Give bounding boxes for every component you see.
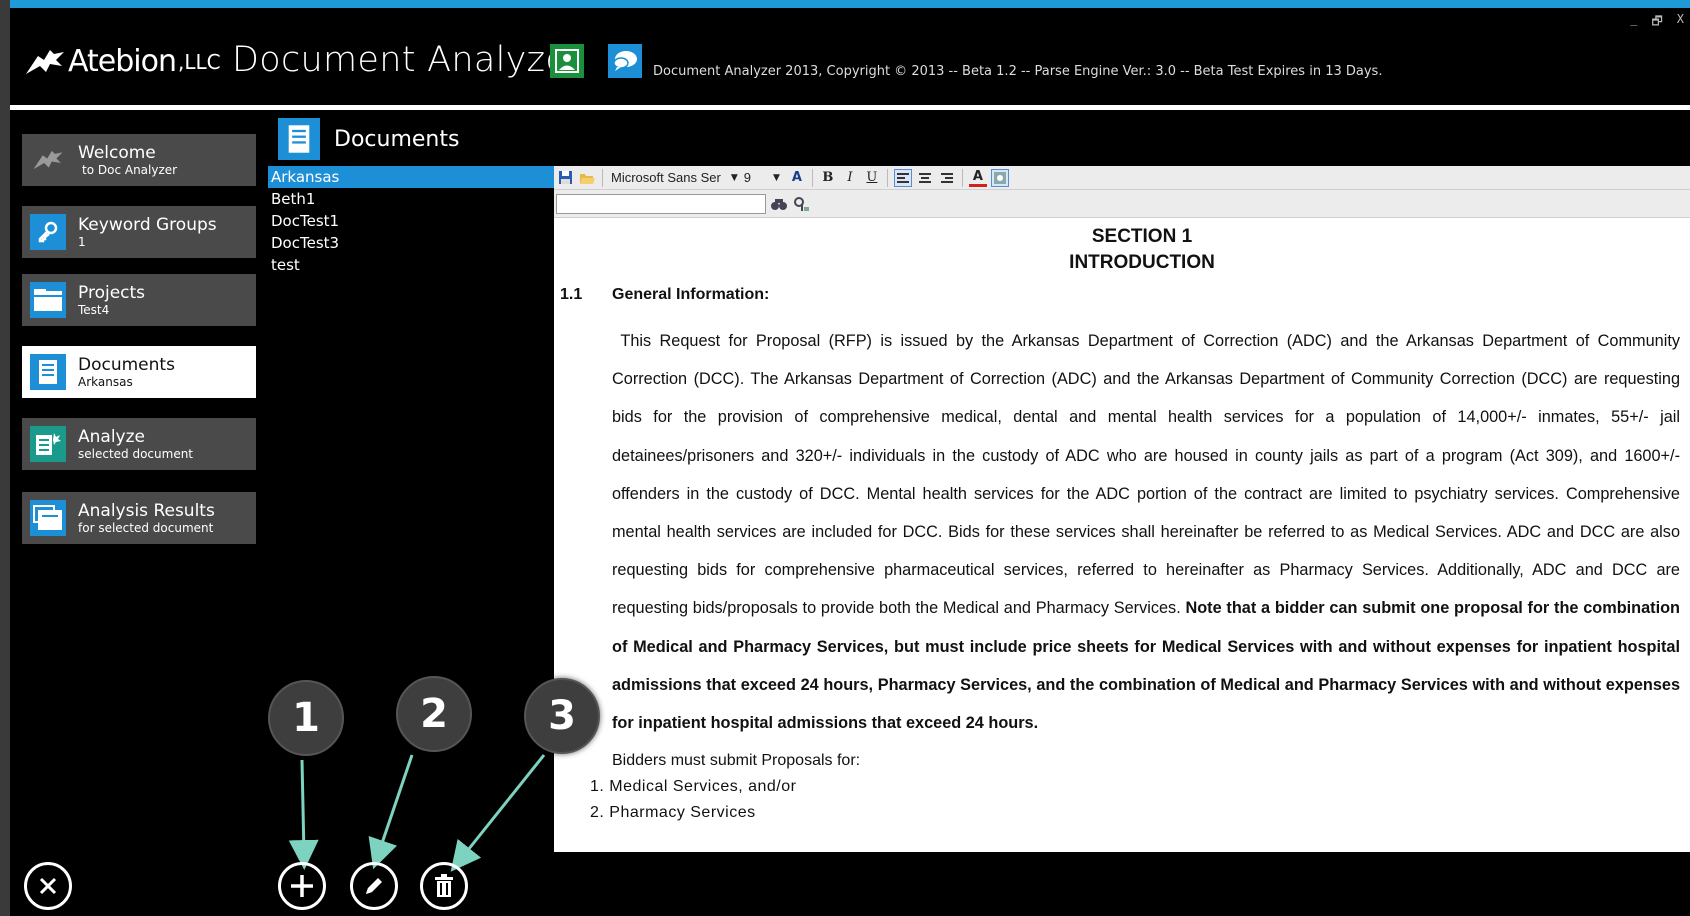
list-item[interactable]: Arkansas <box>268 166 554 188</box>
list-item: 2. Pharmacy Services <box>590 804 756 822</box>
find-replace-icon[interactable] <box>792 195 810 213</box>
subsection-number: 1.1 <box>560 286 583 303</box>
callout-2: 2 <box>396 676 472 752</box>
documents-header: Documents <box>278 118 459 160</box>
toolbar-separator <box>811 168 813 187</box>
app-title: Document Analyzer <box>232 40 582 80</box>
section-heading: SECTION 1 INTRODUCTION <box>594 224 1690 276</box>
results-icon <box>30 500 66 536</box>
sidebar-item-label: Keyword Groups <box>78 214 217 235</box>
delete-document-button[interactable] <box>420 862 468 910</box>
sidebar-item-sublabel: 1 <box>78 234 86 249</box>
edit-document-button[interactable] <box>350 862 398 910</box>
sidebar-item-analysis-results[interactable]: Analysis Results for selected document <box>22 492 256 544</box>
paragraph-bold-text: Note that a bidder can submit one propos… <box>612 599 1680 733</box>
align-left-icon[interactable] <box>893 168 912 187</box>
sidebar-item-sublabel: to Doc Analyzer <box>82 162 178 177</box>
align-center-icon[interactable] <box>916 169 934 187</box>
font-size-select[interactable]: 9 <box>744 170 751 185</box>
logo-name: Atebion <box>68 44 177 79</box>
body-paragraph: This Request for Proposal (RFP) is issue… <box>612 322 1680 742</box>
find-icon[interactable] <box>770 195 788 213</box>
callout-3: 3 <box>524 678 600 754</box>
save-icon[interactable] <box>556 169 574 187</box>
font-color-button[interactable]: A <box>968 169 987 187</box>
sidebar-item-label: Analysis Results <box>78 500 215 521</box>
chat-icon <box>613 51 637 71</box>
user-button[interactable] <box>550 44 584 78</box>
sidebar-item-label: Documents <box>78 354 175 375</box>
arrow-1 <box>288 759 319 870</box>
sidebar-item-welcome[interactable]: Welcome to Doc Analyzer <box>22 134 256 186</box>
align-right-icon[interactable] <box>938 169 956 187</box>
document-icon <box>278 118 320 160</box>
font-grow-icon[interactable]: A <box>788 169 806 187</box>
trash-icon <box>435 874 453 897</box>
chevron-down-icon[interactable]: ▼ <box>731 173 738 183</box>
list-item[interactable]: Beth1 <box>268 188 554 210</box>
document-editor[interactable]: Microsoft Sans Ser ▼ 9 ▼ A B I U A SECTI… <box>554 166 1690 852</box>
sidebar-item-sublabel: Test4 <box>78 302 110 317</box>
add-document-button[interactable] <box>278 862 326 910</box>
chat-button[interactable] <box>608 44 642 78</box>
list-item[interactable]: DocTest1 <box>268 210 554 232</box>
bidders-line: Bidders must submit Proposals for: <box>612 752 861 770</box>
sidebar-item-sublabel: Arkansas <box>78 374 133 389</box>
arrow-3 <box>450 754 546 872</box>
sidebar-item-keyword-groups[interactable]: Keyword Groups 1 <box>22 206 256 258</box>
sidebar-item-analyze[interactable]: Analyze selected document <box>22 418 256 470</box>
atebion-logo-icon <box>30 142 66 178</box>
copyright-text: Document Analyzer 2013, Copyright © 2013… <box>653 64 1383 79</box>
chevron-down-icon[interactable]: ▼ <box>773 173 780 183</box>
pencil-icon <box>366 878 382 894</box>
atebion-logo-icon <box>26 49 64 74</box>
bold-button[interactable]: B <box>819 169 837 187</box>
document-content: SECTION 1 INTRODUCTION 1.1 General Infor… <box>554 224 1690 822</box>
sidebar-item-documents[interactable]: Documents Arkansas <box>22 346 256 398</box>
section-number: SECTION 1 <box>1091 226 1193 247</box>
list-item: 1. Medical Services, and/or <box>590 778 797 796</box>
toolbar-separator <box>602 168 603 187</box>
underline-button[interactable]: U <box>863 169 881 187</box>
open-folder-icon[interactable] <box>578 169 596 187</box>
image-icon[interactable] <box>990 168 1009 187</box>
documents-title: Documents <box>334 126 460 152</box>
toolbar-separator <box>961 168 963 187</box>
paragraph-text: This Request for Proposal (RFP) is issue… <box>612 332 1681 618</box>
app-window: _ 🗗 X Atebion ,LLC Document Analyzer Doc… <box>10 0 1690 916</box>
toolbar-separator <box>886 168 888 187</box>
subsection-title: General Information: <box>612 286 770 303</box>
header-divider <box>10 105 1690 110</box>
sidebar-item-label: Welcome <box>78 142 156 163</box>
callout-1: 1 <box>268 680 344 756</box>
subsection-heading: 1.1 General Information: <box>554 286 1690 310</box>
search-toolbar <box>554 190 1690 218</box>
logo-suffix: ,LLC <box>177 49 221 74</box>
sidebar-item-label: Projects <box>78 282 146 303</box>
sidebar-item-label: Analyze <box>78 426 145 447</box>
close-app-button[interactable] <box>24 862 72 910</box>
arrow-2 <box>368 754 414 870</box>
document-icon <box>30 354 66 390</box>
font-family-select[interactable]: Microsoft Sans Ser <box>607 170 725 185</box>
list-item[interactable]: DocTest3 <box>268 232 554 254</box>
analyze-icon <box>30 426 66 462</box>
top-accent-stripe <box>10 0 1690 8</box>
section-title: INTRODUCTION <box>1069 252 1215 273</box>
close-icon <box>39 877 57 895</box>
italic-button[interactable]: I <box>841 169 859 187</box>
user-icon <box>555 49 579 73</box>
formatting-toolbar: Microsoft Sans Ser ▼ 9 ▼ A B I U A <box>554 166 1690 190</box>
add-icon <box>291 875 313 897</box>
sidebar-item-projects[interactable]: Projects Test4 <box>22 274 256 326</box>
key-icon <box>30 214 66 250</box>
folder-icon <box>30 282 66 318</box>
list-item[interactable]: test <box>268 254 554 276</box>
search-input[interactable] <box>556 193 766 214</box>
document-list: Arkansas Beth1 DocTest1 DocTest3 test <box>268 166 554 276</box>
sidebar-item-sublabel: for selected document <box>78 520 214 535</box>
sidebar-item-sublabel: selected document <box>78 446 194 461</box>
company-logo: Atebion ,LLC <box>24 44 221 79</box>
